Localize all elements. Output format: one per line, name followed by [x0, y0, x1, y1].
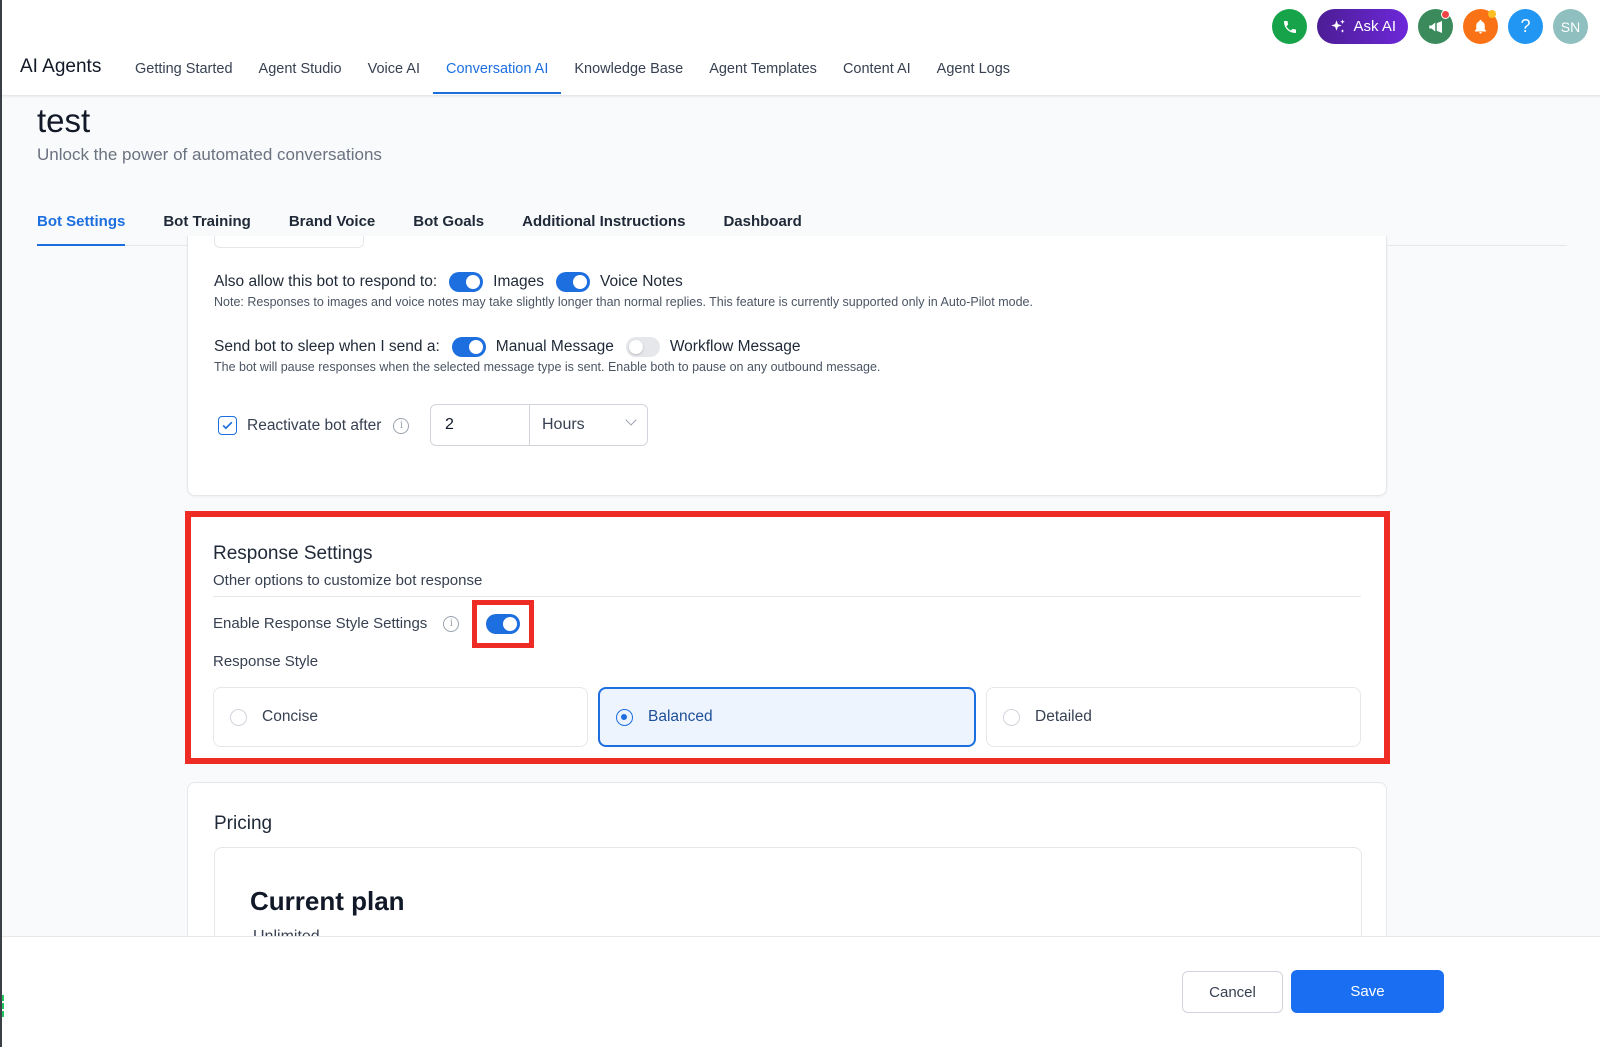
phone-icon [1283, 20, 1296, 33]
toggle-highlight [472, 600, 534, 648]
sleep-row: Send bot to sleep when I send a: Manual … [214, 337, 800, 357]
ask-ai-button[interactable]: Ask AI [1317, 9, 1408, 44]
voice-notes-toggle[interactable] [556, 272, 590, 292]
app-page: AI Agents Getting Started Agent Studio V… [0, 0, 1600, 1047]
reactivate-label: Reactivate bot after [247, 416, 382, 434]
info-icon[interactable]: i [443, 615, 460, 632]
response-style-label: Response Style [213, 653, 319, 670]
reactivate-value-input[interactable]: 2 [430, 404, 530, 446]
phone-button[interactable] [1272, 9, 1308, 44]
edge-marker [2, 995, 5, 1017]
response-settings-title: Response Settings [213, 543, 373, 564]
option-balanced-label: Balanced [648, 708, 713, 725]
tab-bot-settings[interactable]: Bot Settings [37, 206, 126, 246]
nav-knowledge-base[interactable]: Knowledge Base [561, 48, 696, 94]
bell-icon [1474, 19, 1487, 34]
radio-detailed[interactable] [1003, 708, 1020, 726]
check-icon [222, 421, 233, 430]
ask-ai-label: Ask AI [1353, 18, 1396, 35]
option-detailed[interactable]: Detailed [986, 687, 1361, 747]
workflow-message-toggle[interactable] [625, 337, 660, 357]
announcements-button[interactable] [1418, 9, 1453, 44]
response-settings-subtitle: Other options to customize bot response [213, 572, 483, 589]
voice-notes-label: Voice Notes [600, 273, 683, 290]
option-concise-label: Concise [262, 708, 318, 725]
nav-agent-templates[interactable]: Agent Templates [696, 48, 830, 94]
nav-agent-studio[interactable]: Agent Studio [246, 48, 355, 94]
page-title: test [37, 102, 91, 139]
avatar-initials: SN [1560, 18, 1581, 35]
pricing-card: Pricing Current plan Unlimited [187, 782, 1387, 987]
top-bar: AI Agents Getting Started Agent Studio V… [2, 0, 1600, 96]
respond-to-label: Also allow this bot to respond to: [214, 273, 438, 290]
manual-message-toggle[interactable] [451, 337, 486, 357]
divider [213, 596, 1361, 597]
bot-behaviour-card: Also allow this bot to respond to: Image… [187, 236, 1387, 496]
help-icon: ? [1520, 16, 1531, 36]
cancel-button[interactable]: Cancel [1182, 971, 1283, 1013]
app-title: AI Agents [20, 56, 102, 77]
enable-response-style-label: Enable Response Style Settings [213, 615, 428, 632]
nav-agent-logs[interactable]: Agent Logs [924, 48, 1023, 94]
respond-to-row: Also allow this bot to respond to: Image… [214, 272, 683, 292]
enable-response-style-row: Enable Response Style Settings i [213, 615, 460, 632]
footer-bar: Cancel Save [2, 936, 1600, 1047]
notification-dot [1488, 10, 1496, 18]
radio-concise[interactable] [230, 708, 247, 726]
respond-note: Note: Responses to images and voice note… [214, 295, 1033, 309]
option-detailed-label: Detailed [1035, 708, 1092, 725]
reactivate-checkbox[interactable] [218, 416, 237, 435]
card-stub [214, 236, 364, 248]
radio-balanced[interactable] [616, 708, 633, 726]
nav-voice-ai[interactable]: Voice AI [355, 48, 433, 94]
pricing-title: Pricing [214, 813, 273, 834]
megaphone-icon [1428, 20, 1442, 33]
nav-content-ai[interactable]: Content AI [830, 48, 924, 94]
page-subtitle: Unlock the power of automated conversati… [37, 145, 382, 164]
notification-dot [1441, 10, 1450, 19]
sleep-label: Send bot to sleep when I send a: [214, 338, 440, 355]
enable-response-style-toggle[interactable] [486, 614, 520, 634]
nav-conversation-ai[interactable]: Conversation AI [432, 48, 562, 94]
notifications-button[interactable] [1463, 9, 1498, 44]
info-icon[interactable]: i [393, 417, 410, 434]
reactivate-unit-select[interactable]: Hours [530, 404, 648, 446]
images-label: Images [493, 273, 544, 290]
sparkle-icon [1331, 19, 1346, 33]
sleep-note: The bot will pause responses when the se… [214, 360, 881, 374]
option-balanced[interactable]: Balanced [598, 687, 976, 747]
nav-getting-started[interactable]: Getting Started [122, 48, 246, 94]
top-actions: Ask AI ? SN [1272, 9, 1588, 44]
help-button[interactable]: ? [1508, 9, 1543, 44]
save-button[interactable]: Save [1291, 970, 1444, 1013]
reactivate-unit-value: Hours [542, 416, 585, 433]
avatar[interactable]: SN [1553, 9, 1588, 44]
response-settings-card: Response Settings Other options to custo… [185, 511, 1390, 764]
workflow-message-label: Workflow Message [669, 338, 801, 355]
reactivate-row: Reactivate bot after i [218, 416, 410, 435]
manual-message-label: Manual Message [495, 338, 614, 355]
images-toggle[interactable] [449, 272, 484, 292]
main-nav: Getting Started Agent Studio Voice AI Co… [122, 48, 1023, 94]
chevron-down-icon [625, 414, 637, 426]
option-concise[interactable]: Concise [213, 687, 588, 747]
current-plan-title: Current plan [250, 886, 405, 916]
